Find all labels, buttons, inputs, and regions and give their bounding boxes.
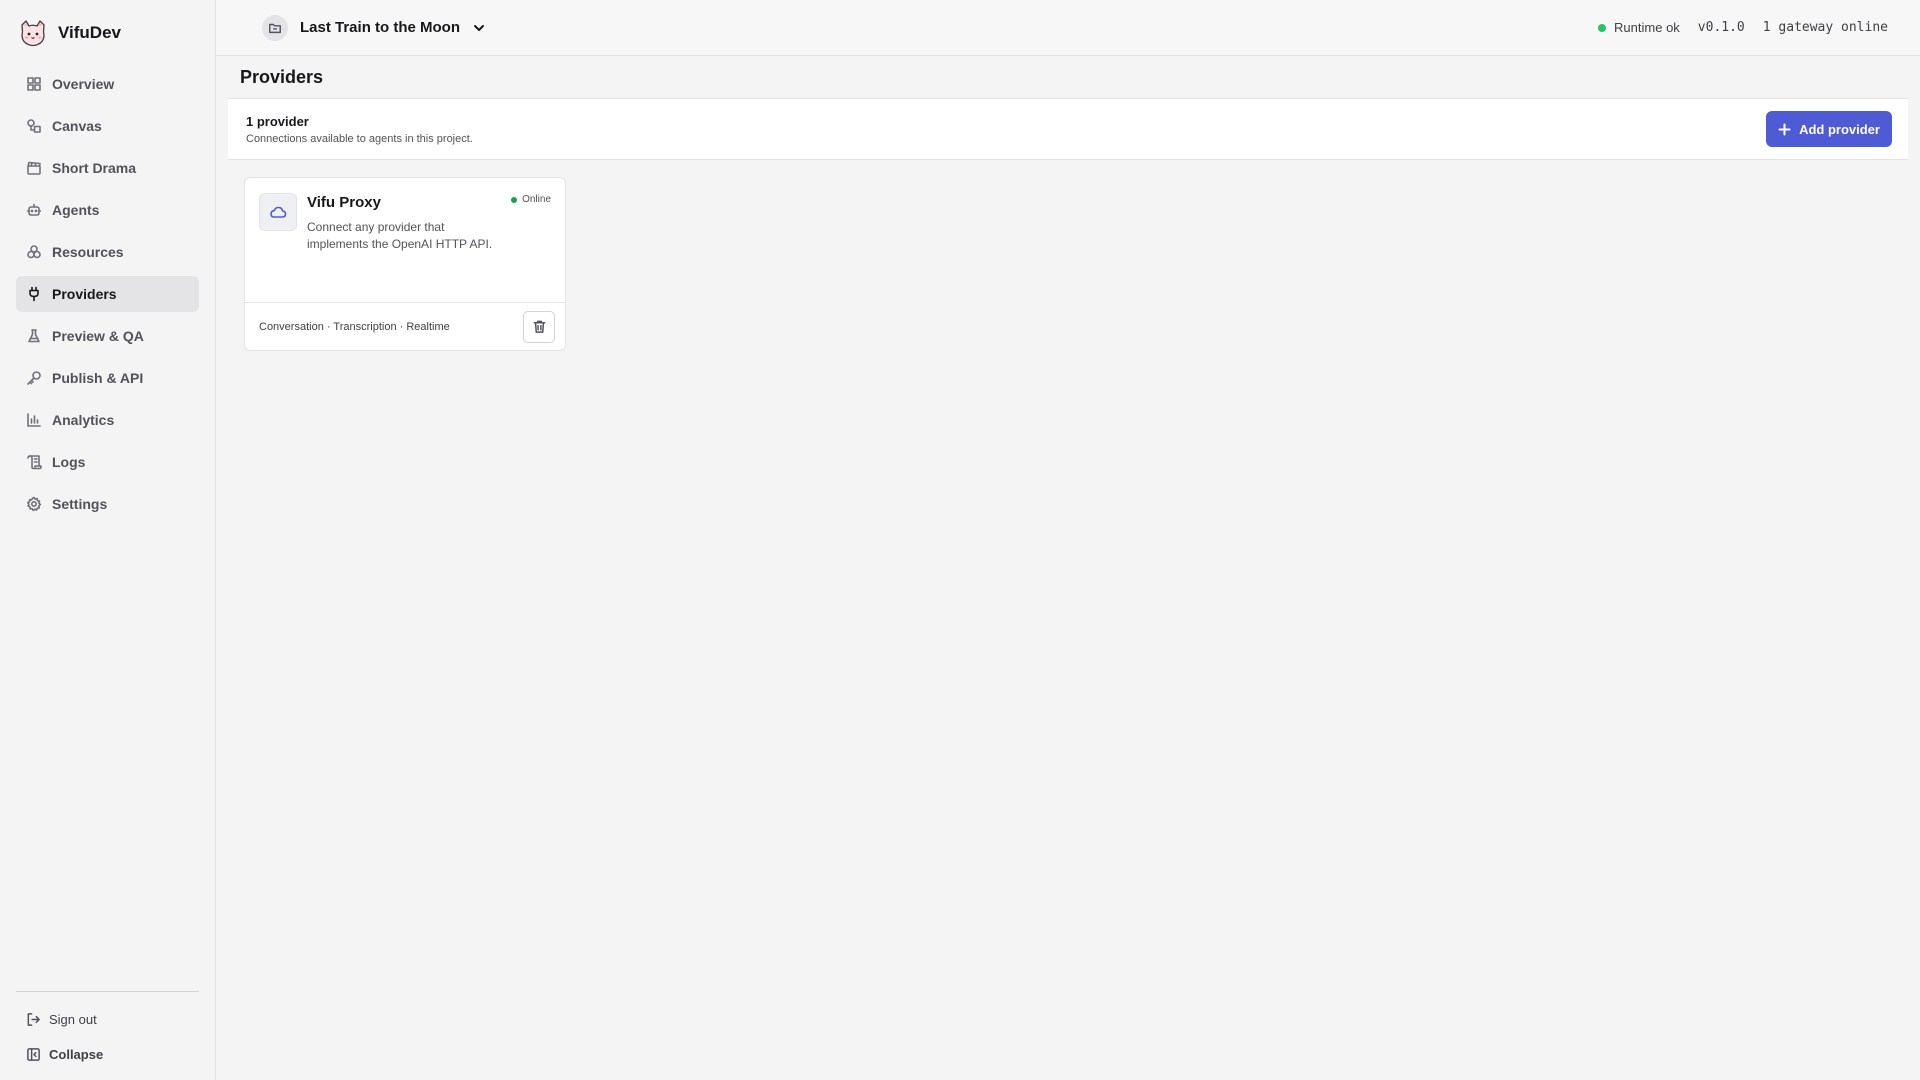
sidebar-item-logs[interactable]: Logs — [16, 444, 199, 480]
trash-icon — [533, 320, 545, 333]
provider-count: 1 provider — [246, 113, 309, 129]
summary-text: 1 provider Connections available to agen… — [246, 114, 473, 145]
sidebar-footer: Sign out Collapse — [16, 991, 199, 1080]
sidebar-item-overview[interactable]: Overview — [16, 66, 199, 102]
layout-grid-icon — [27, 77, 41, 91]
clapperboard-icon — [27, 161, 41, 175]
sign-out-label: Sign out — [49, 1012, 97, 1027]
provider-card-footer: Conversation · Transcription · Realtime — [245, 303, 565, 350]
version-label: v0.1.0 — [1697, 20, 1745, 35]
provider-capabilities: Conversation · Transcription · Realtime — [259, 320, 450, 333]
shapes-icon — [27, 119, 41, 133]
add-provider-button[interactable]: Add provider — [1766, 111, 1892, 147]
sidebar-item-label: Resources — [52, 244, 124, 260]
sidebar-item-label: Analytics — [52, 412, 115, 428]
runtime-status: Runtime ok — [1598, 20, 1680, 35]
key-icon — [27, 371, 41, 385]
sidebar: VifuDev Overview Canvas Short Drama Agen… — [0, 0, 216, 1080]
delete-provider-button[interactable] — [523, 310, 555, 343]
provider-name: Vifu Proxy — [307, 194, 381, 211]
main-area: Last Train to the Moon Runtime ok v0.1.0… — [216, 0, 1920, 1080]
page-title: Providers — [240, 67, 324, 87]
sidebar-item-canvas[interactable]: Canvas — [16, 108, 199, 144]
sidebar-item-providers[interactable]: Providers — [16, 276, 199, 312]
collapse-button[interactable]: Collapse — [16, 1047, 199, 1062]
scroll-icon — [27, 455, 42, 470]
provider-description: Connect any provider that implements the… — [307, 220, 493, 251]
sidebar-item-settings[interactable]: Settings — [16, 486, 199, 522]
sidebar-item-label: Canvas — [52, 118, 102, 134]
brand-name: VifuDev — [58, 23, 121, 42]
sidebar-item-publish-api[interactable]: Publish & API — [16, 360, 199, 396]
sidebar-item-label: Settings — [52, 496, 108, 512]
sidebar-item-label: Agents — [52, 202, 100, 218]
providers-summary: 1 provider Connections available to agen… — [228, 98, 1908, 160]
sidebar-item-label: Short Drama — [52, 160, 137, 176]
cloud-icon — [259, 193, 297, 231]
sign-out-button[interactable]: Sign out — [16, 1012, 199, 1027]
folder-icon — [262, 14, 288, 41]
summary-description: Connections available to agents in this … — [246, 132, 473, 145]
gateway-status: 1 gateway online — [1762, 20, 1888, 35]
plug-icon — [29, 286, 39, 302]
flask-icon — [28, 329, 40, 343]
provider-card-body: Vifu Proxy Connect any provider that imp… — [245, 178, 565, 303]
sidebar-item-agents[interactable]: Agents — [16, 192, 199, 228]
sidebar-item-label: Overview — [52, 76, 115, 92]
boxes-icon — [27, 245, 41, 259]
online-dot-icon — [511, 196, 518, 203]
bar-chart-icon — [27, 413, 41, 427]
plus-icon — [1778, 123, 1791, 135]
sidebar-item-label: Logs — [52, 454, 86, 470]
add-provider-label: Add provider — [1799, 121, 1880, 137]
log-out-icon — [27, 1013, 40, 1026]
collapse-label: Collapse — [49, 1047, 104, 1062]
sidebar-item-preview-qa[interactable]: Preview & QA — [16, 318, 199, 354]
provider-card[interactable]: Vifu Proxy Connect any provider that imp… — [244, 177, 566, 351]
runtime-status-text: Runtime ok — [1614, 20, 1680, 35]
cat-logo-icon — [21, 20, 45, 47]
sidebar-item-label: Preview & QA — [52, 328, 144, 344]
chevron-down-icon — [474, 24, 484, 31]
gear-icon — [27, 496, 42, 512]
brand[interactable]: VifuDev — [16, 0, 199, 66]
provider-list: Vifu Proxy Connect any provider that imp… — [228, 160, 1908, 351]
sidebar-item-short-drama[interactable]: Short Drama — [16, 150, 199, 186]
sidebar-item-resources[interactable]: Resources — [16, 234, 199, 270]
status-badge: Online — [511, 194, 551, 205]
sidebar-nav: Overview Canvas Short Drama Agents Resou… — [16, 66, 199, 522]
sidebar-item-analytics[interactable]: Analytics — [16, 402, 199, 438]
status-bar: Runtime ok v0.1.0 1 gateway online — [1598, 20, 1888, 35]
project-switcher[interactable]: Last Train to the Moon — [262, 14, 486, 41]
sidebar-item-label: Publish & API — [52, 370, 144, 386]
page-content: Providers 1 provider Connections availab… — [216, 56, 1920, 351]
status-badge-text: Online — [522, 194, 551, 205]
sidebar-item-label: Providers — [52, 286, 117, 302]
topbar: Last Train to the Moon Runtime ok v0.1.0… — [216, 0, 1920, 56]
panel-left-icon — [27, 1048, 40, 1061]
provider-info: Vifu Proxy Connect any provider that imp… — [307, 192, 507, 302]
status-dot-icon — [1598, 23, 1607, 32]
project-name: Last Train to the Moon — [300, 19, 460, 36]
bot-icon — [26, 203, 42, 216]
